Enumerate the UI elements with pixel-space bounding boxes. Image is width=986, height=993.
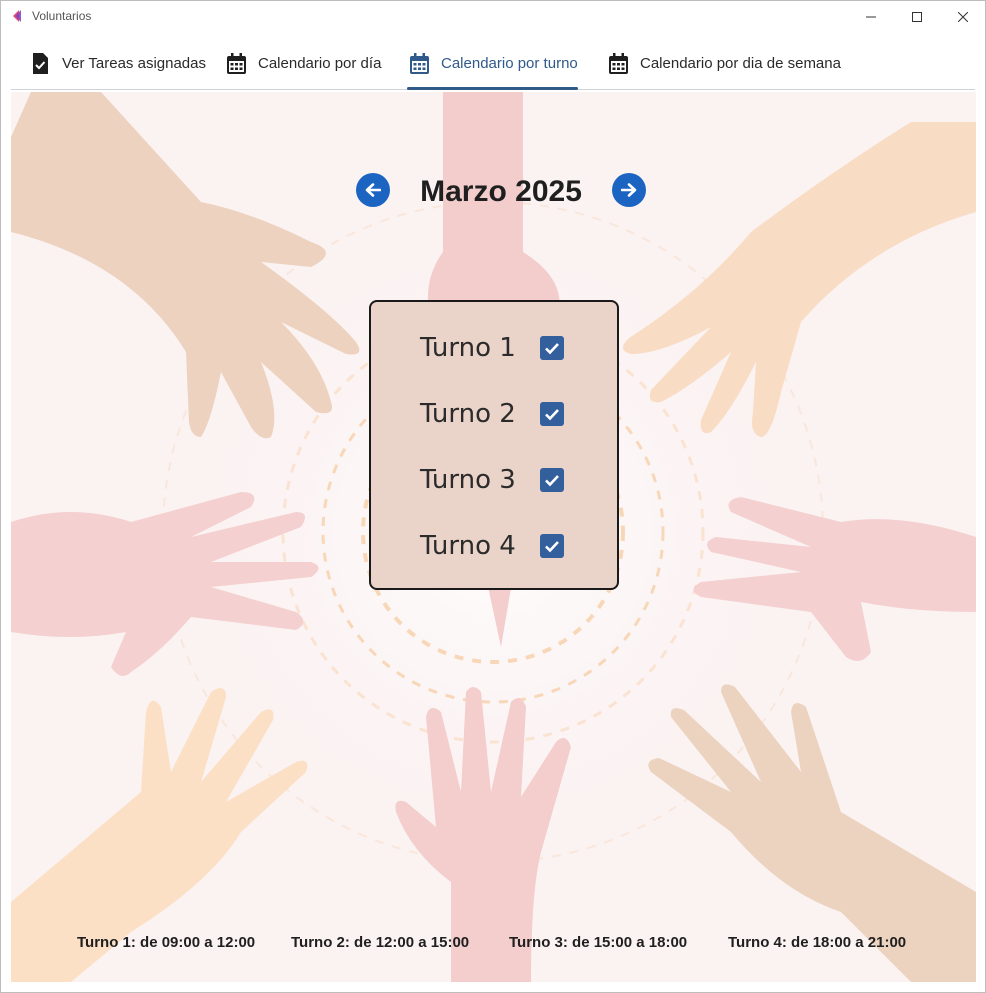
tab-bar: Ver Tareas asignadas Calendario por día xyxy=(11,37,975,90)
calendar-content: Marzo 2025 Turno 1 Turno 2 Turno 3 Turno… xyxy=(11,92,976,982)
checkmark-icon xyxy=(545,474,559,486)
minimize-button[interactable] xyxy=(848,1,894,33)
title-bar: Voluntarios xyxy=(1,1,985,33)
calendar-icon xyxy=(608,52,628,74)
tab-calendario-dia-semana[interactable]: Calendario por dia de semana xyxy=(608,37,841,89)
next-month-button[interactable] xyxy=(612,173,646,207)
shift-label: Turno 4 xyxy=(420,531,516,561)
close-icon xyxy=(958,12,968,22)
previous-month-button[interactable] xyxy=(356,173,390,207)
arrow-right-icon xyxy=(621,183,637,197)
tab-label: Ver Tareas asignadas xyxy=(62,54,206,72)
month-title: Marzo 2025 xyxy=(420,175,582,208)
close-button[interactable] xyxy=(940,1,985,33)
task-check-icon xyxy=(30,52,50,74)
tab-label: Calendario por dia de semana xyxy=(640,54,841,72)
minimize-icon xyxy=(866,16,876,18)
shift-legend-item: Turno 3: de 15:00 a 18:00 xyxy=(509,934,688,951)
tab-label: Calendario por turno xyxy=(441,54,578,72)
maximize-button[interactable] xyxy=(894,1,940,33)
tab-label: Calendario por día xyxy=(258,54,382,72)
shift-row-2: Turno 2 xyxy=(371,395,617,435)
shift-label: Turno 3 xyxy=(420,465,516,495)
maximize-icon xyxy=(912,12,922,22)
app-window: Voluntarios Ver Tareas asignadas Calenda… xyxy=(0,0,986,993)
shift-row-4: Turno 4 xyxy=(371,527,617,567)
shift-row-1: Turno 1 xyxy=(371,329,617,369)
shift-legend-item: Turno 4: de 18:00 a 21:00 xyxy=(728,934,907,951)
checkmark-icon xyxy=(545,342,559,354)
shift-1-checkbox[interactable] xyxy=(540,336,564,360)
shift-legend-item: Turno 2: de 12:00 a 15:00 xyxy=(291,934,470,951)
shift-label: Turno 2 xyxy=(420,399,516,429)
checkmark-icon xyxy=(545,408,559,420)
shift-4-checkbox[interactable] xyxy=(540,534,564,558)
shift-legend-item: Turno 1: de 09:00 a 12:00 xyxy=(77,934,256,951)
window-title: Voluntarios xyxy=(32,9,92,23)
shift-3-checkbox[interactable] xyxy=(540,468,564,492)
shift-row-3: Turno 3 xyxy=(371,461,617,501)
calendar-icon xyxy=(226,52,246,74)
tab-calendario-turno[interactable]: Calendario por turno xyxy=(407,37,578,90)
shift-label: Turno 1 xyxy=(420,333,516,363)
calendar-icon xyxy=(409,52,429,74)
arrow-left-icon xyxy=(365,183,381,197)
checkmark-icon xyxy=(545,540,559,552)
tab-calendario-dia[interactable]: Calendario por día xyxy=(226,37,381,89)
shift-2-checkbox[interactable] xyxy=(540,402,564,426)
app-logo xyxy=(10,9,24,23)
tab-ver-tareas[interactable]: Ver Tareas asignadas xyxy=(30,37,206,89)
shift-filter-panel: Turno 1 Turno 2 Turno 3 Turno 4 xyxy=(369,300,619,590)
